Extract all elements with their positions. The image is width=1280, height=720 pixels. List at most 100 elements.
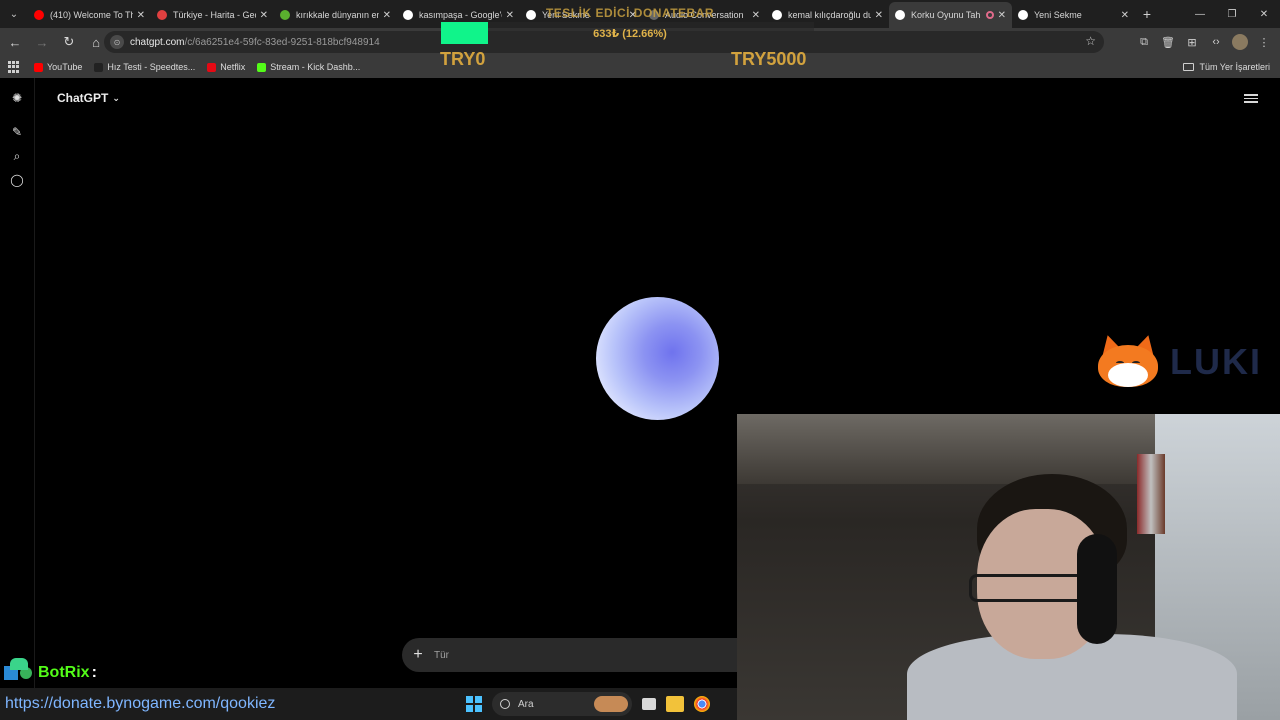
bot-avatar-icon xyxy=(10,658,28,670)
tab-title: (410) Welcome To Th xyxy=(50,10,133,20)
browser-tab[interactable]: (410) Welcome To Th ✕ xyxy=(28,2,151,28)
bot-colon: : xyxy=(91,664,97,681)
donation-bar-fill xyxy=(441,22,488,44)
tab-favicon-icon xyxy=(526,10,536,20)
bookmark-item[interactable]: Hız Testi - Speedtes... xyxy=(94,62,195,72)
url-host: chatgpt.com xyxy=(130,36,185,48)
tab-favicon-icon xyxy=(403,10,413,20)
new-tab-button[interactable]: + xyxy=(1135,6,1159,22)
tab-title: Korku Oyunu Tah xyxy=(911,10,981,20)
bot-name: BotRix xyxy=(38,664,90,681)
minimize-icon[interactable]: — xyxy=(1184,0,1216,28)
site-info-icon[interactable]: ⊙ xyxy=(110,35,124,49)
taskbar-icons: Ara xyxy=(466,692,710,716)
all-bookmarks[interactable]: Tüm Yer İşaretleri xyxy=(1183,62,1270,72)
close-window-icon[interactable]: ✕ xyxy=(1248,0,1280,28)
bookmark-item[interactable]: Stream - Kick Dashb... xyxy=(257,62,360,72)
tab-favicon-icon xyxy=(895,10,905,20)
search-icon[interactable]: ⌕ xyxy=(10,149,24,163)
tab-favicon-icon xyxy=(1018,10,1028,20)
fox-icon xyxy=(1096,332,1160,391)
close-tab-icon[interactable]: ✕ xyxy=(506,10,514,21)
forward-icon[interactable]: → xyxy=(30,30,54,54)
tab-title: kasımpaşa - Google'd xyxy=(419,10,502,20)
bookmark-label: YouTube xyxy=(47,62,83,72)
donation-amount: 633₺ (12.66%) xyxy=(593,28,667,40)
file-explorer-icon[interactable] xyxy=(666,696,684,712)
donation-bar-title: TESLİK EDİCİ DONATEBAR xyxy=(545,6,715,20)
browser-tab[interactable]: kırıkkale dünyanın en ✕ xyxy=(274,2,397,28)
close-tab-icon[interactable]: ✕ xyxy=(137,10,145,21)
close-tab-icon[interactable]: ✕ xyxy=(260,10,268,21)
toolbar-actions: ⧉ 🗑 ⊞ ‹› ⋮ xyxy=(1132,30,1276,54)
streamer-logo: LUKI xyxy=(1096,332,1262,391)
chat-overlay-message: BotRix : xyxy=(4,658,97,682)
back-icon[interactable]: ← xyxy=(3,30,27,54)
window-controls: — ❐ ✕ xyxy=(1184,0,1280,28)
close-tab-icon[interactable]: ✕ xyxy=(998,10,1006,21)
model-label: ChatGPT xyxy=(57,91,109,105)
code-icon[interactable]: ‹› xyxy=(1204,30,1228,54)
tab-favicon-icon xyxy=(280,10,290,20)
bookmark-item[interactable]: Netflix xyxy=(207,62,245,72)
browser-tab[interactable]: Yeni Sekme ✕ xyxy=(1012,2,1135,28)
close-tab-icon[interactable]: ✕ xyxy=(1121,10,1129,21)
apps-grid-icon[interactable] xyxy=(8,61,20,73)
voice-settings-icon[interactable] xyxy=(1244,92,1258,104)
tab-title: Türkiye - Harita - Gec xyxy=(173,10,256,20)
logo-text: LUKI xyxy=(1170,341,1262,382)
composer-placeholder: Tür xyxy=(434,649,449,661)
taskbar-search-label: Ara xyxy=(518,698,534,710)
browser-tab[interactable]: Türkiye - Harita - Gec ✕ xyxy=(151,2,274,28)
bookmark-item[interactable]: YouTube xyxy=(34,62,82,72)
chrome-icon[interactable] xyxy=(694,696,710,712)
chatgpt-side-rail: ✺ ✎ ⌕ ◯ xyxy=(0,78,35,688)
webcam-feed xyxy=(737,414,1280,720)
bookmark-label: Netflix xyxy=(220,62,246,72)
plus-icon[interactable]: + xyxy=(402,646,434,664)
new-chat-icon[interactable]: ✎ xyxy=(10,125,24,139)
tab-favicon-icon xyxy=(772,10,782,20)
donation-max: TRY5000 xyxy=(731,49,807,69)
voice-mode-orb xyxy=(596,297,719,420)
menu-icon[interactable]: ⋮ xyxy=(1252,30,1276,54)
bookmark-favicon-icon xyxy=(34,62,43,72)
all-bookmarks-label: Tüm Yer İşaretleri xyxy=(1199,62,1270,72)
bookmark-star-icon[interactable]: ☆ xyxy=(1085,34,1096,48)
reload-icon[interactable]: ↻ xyxy=(57,30,81,54)
donation-link: https://donate.bynogame.com/qookiez xyxy=(5,695,276,712)
tab-favicon-icon xyxy=(34,10,44,20)
donation-min: TRY0 xyxy=(440,49,486,69)
grid-icon[interactable]: ⊞ xyxy=(1180,30,1204,54)
profile-avatar[interactable] xyxy=(1232,34,1248,50)
tab-title: kemal kılıçdaroğlu du xyxy=(788,10,871,20)
bookmark-favicon-icon xyxy=(257,62,267,72)
chat-bubble-icon[interactable]: ◯ xyxy=(10,173,24,187)
bookmark-favicon-icon xyxy=(94,62,104,72)
delete-icon[interactable]: 🗑 xyxy=(1156,30,1180,54)
close-tab-icon[interactable]: ✕ xyxy=(875,10,883,21)
tab-search-icon[interactable]: ⌄ xyxy=(0,0,28,28)
openai-logo-icon[interactable]: ✺ xyxy=(10,91,24,105)
close-tab-icon[interactable]: ✕ xyxy=(752,10,760,21)
search-icon xyxy=(500,699,510,709)
bookmark-label: Hız Testi - Speedtes... xyxy=(107,62,196,72)
chat-composer[interactable]: + Tür xyxy=(402,638,742,672)
bookmark-list: YouTube Hız Testi - Speedtes... Netflix Str… xyxy=(34,62,372,72)
bookmark-favicon-icon xyxy=(207,62,217,72)
tab-title: Yeni Sekme xyxy=(1034,10,1082,20)
close-tab-icon[interactable]: ✕ xyxy=(383,10,391,21)
restore-icon[interactable]: ❐ xyxy=(1216,0,1248,28)
bookmark-label: Stream - Kick Dashb... xyxy=(270,62,361,72)
tab-title: kırıkkale dünyanın en xyxy=(296,10,379,20)
folder-icon xyxy=(1183,63,1195,71)
chevron-down-icon: ⌄ xyxy=(112,92,120,103)
browser-tab[interactable]: Korku Oyunu Tah ✕ xyxy=(889,2,1012,28)
taskbar-search[interactable]: Ara xyxy=(492,692,632,716)
extensions-icon[interactable]: ⧉ xyxy=(1132,30,1156,54)
windows-start-icon[interactable] xyxy=(466,696,482,712)
search-highlight-image xyxy=(594,696,628,712)
task-view-icon[interactable] xyxy=(642,698,656,710)
url-path: /c/6a6251e4-59fc-83ed-9251-818bcf948914 xyxy=(184,36,380,48)
model-selector[interactable]: ChatGPT ⌄ xyxy=(57,91,120,105)
